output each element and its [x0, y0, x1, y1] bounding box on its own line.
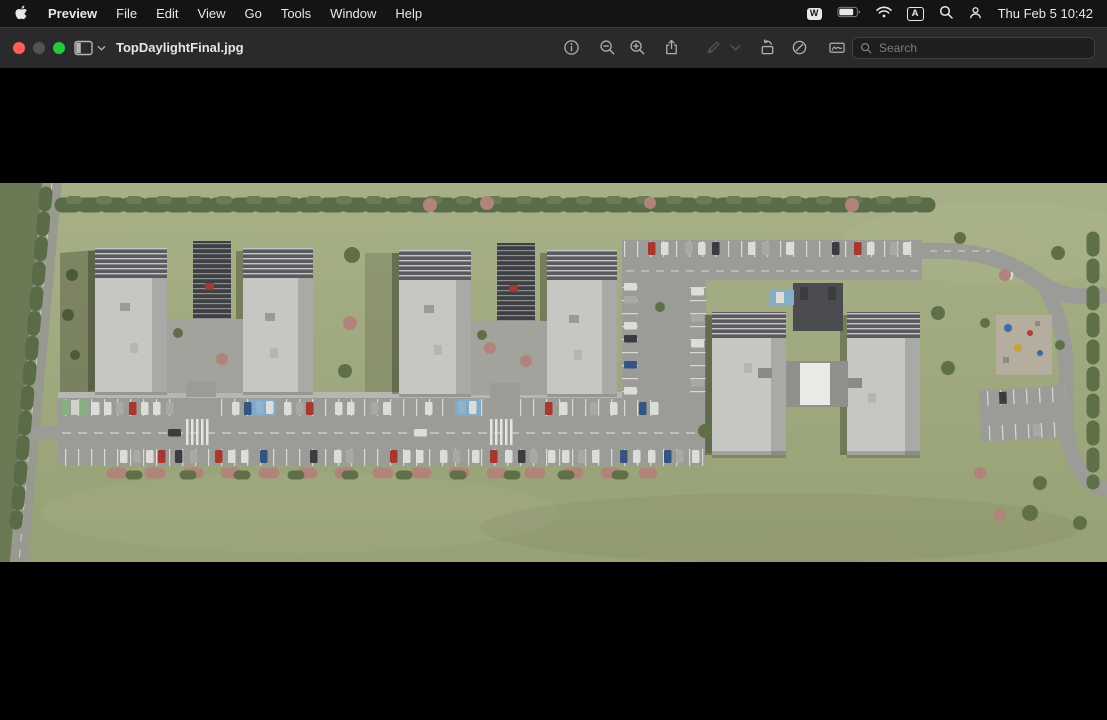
- menu-help[interactable]: Help: [395, 6, 422, 21]
- close-button[interactable]: [13, 42, 25, 54]
- sidebar-toggle-button[interactable]: [72, 36, 108, 60]
- traffic-lights: [13, 42, 65, 54]
- apple-menu-icon[interactable]: [14, 5, 29, 23]
- menu-edit[interactable]: Edit: [156, 6, 178, 21]
- screen: Preview File Edit View Go Tools Window H…: [0, 0, 1107, 720]
- building-cluster-1: [88, 241, 313, 397]
- fullscreen-button[interactable]: [53, 42, 65, 54]
- app-menu-preview[interactable]: Preview: [48, 6, 97, 21]
- menu-clock[interactable]: Thu Feb 5 10:42: [998, 6, 1093, 21]
- signature-button[interactable]: [824, 35, 850, 61]
- search-field[interactable]: [852, 37, 1095, 59]
- menu-view[interactable]: View: [198, 6, 226, 21]
- share-button[interactable]: [658, 35, 684, 61]
- sidebar-icon: [74, 40, 94, 56]
- window-titlebar: TopDaylightFinal.jpg: [0, 27, 1107, 69]
- zoom-out-button[interactable]: [594, 35, 620, 61]
- menu-file[interactable]: File: [116, 6, 137, 21]
- parking-southeast: [979, 386, 1070, 443]
- playground: [996, 315, 1052, 375]
- vegetation-top: [62, 196, 928, 212]
- menu-window[interactable]: Window: [330, 6, 376, 21]
- wifi-icon[interactable]: [876, 6, 892, 21]
- menu-go[interactable]: Go: [244, 6, 261, 21]
- rotate-button[interactable]: [754, 35, 780, 61]
- user-switch-icon[interactable]: [968, 5, 983, 23]
- battery-icon[interactable]: [837, 6, 861, 21]
- info-button[interactable]: [558, 35, 584, 61]
- menu-extra-icon[interactable]: W: [807, 8, 822, 20]
- spotlight-search-icon[interactable]: [939, 5, 953, 22]
- chevron-down-icon: [97, 45, 106, 52]
- annotate-button[interactable]: [786, 35, 812, 61]
- building-cluster-2: [392, 243, 617, 399]
- input-source-icon[interactable]: A: [907, 7, 924, 21]
- menu-tools[interactable]: Tools: [281, 6, 311, 21]
- minimize-button[interactable]: [33, 42, 45, 54]
- menu-bar: Preview File Edit View Go Tools Window H…: [0, 0, 1107, 27]
- document-image: [0, 183, 1107, 562]
- search-icon: [860, 42, 872, 54]
- search-input[interactable]: [877, 40, 1087, 56]
- zoom-in-button[interactable]: [624, 35, 650, 61]
- markup-options-chevron[interactable]: [728, 35, 742, 61]
- toolbar: [558, 27, 850, 68]
- document-canvas: [0, 68, 1107, 720]
- markup-button[interactable]: [700, 35, 726, 61]
- window-title: TopDaylightFinal.jpg: [116, 27, 244, 68]
